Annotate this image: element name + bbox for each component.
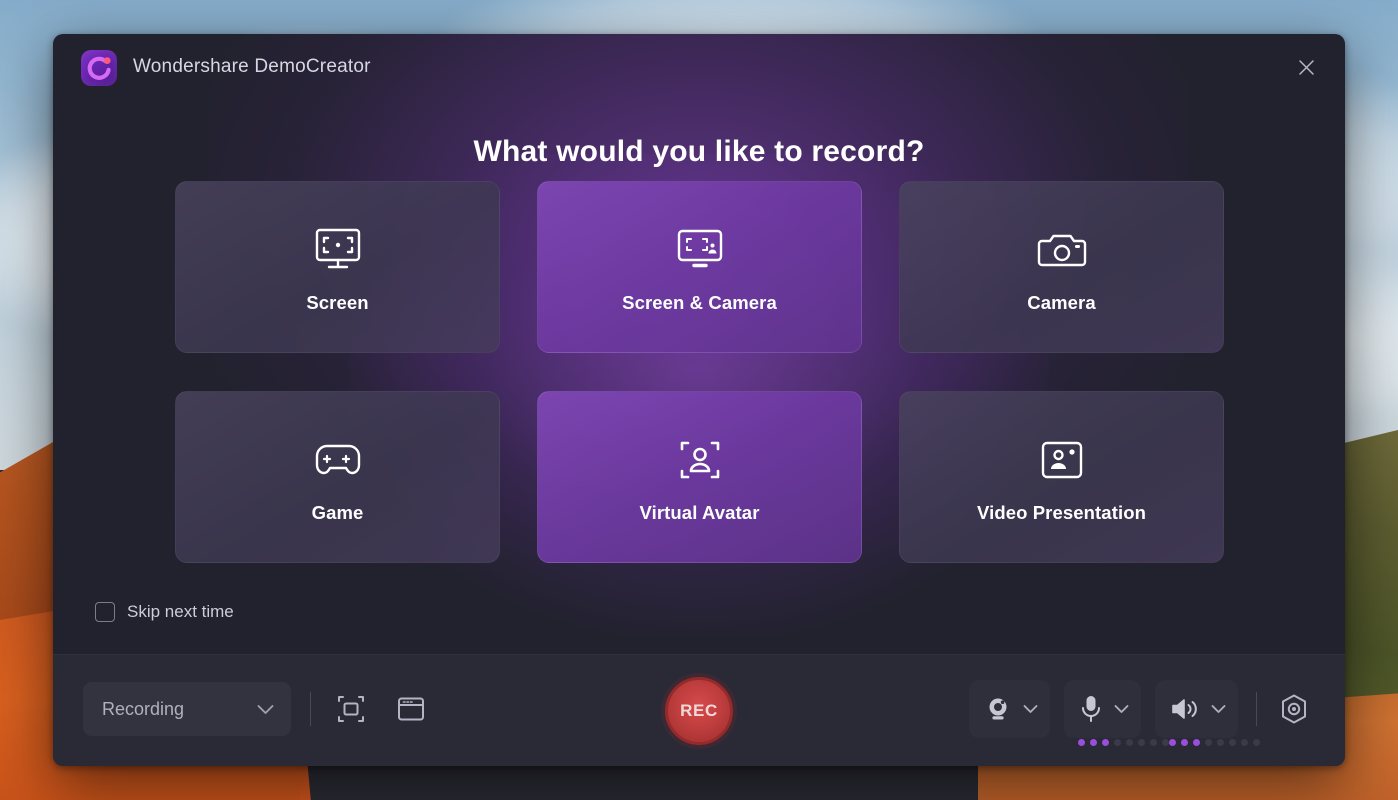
- close-icon[interactable]: [1289, 52, 1323, 82]
- webcam-icon: [983, 694, 1013, 724]
- skip-next-time-label: Skip next time: [127, 602, 234, 621]
- microphone-level-meter: [1078, 739, 1169, 746]
- settings-hex-icon[interactable]: [1273, 688, 1315, 730]
- card-virtual-avatar[interactable]: Virtual Avatar: [537, 391, 862, 563]
- microphone-device-button[interactable]: [1064, 680, 1169, 746]
- toolbar-right-group: [969, 680, 1315, 746]
- record-button[interactable]: REC: [665, 676, 733, 745]
- chevron-down-icon[interactable]: [1110, 704, 1129, 714]
- avatar-frame-icon: [674, 430, 726, 490]
- bottom-toolbar: Recording REC: [53, 654, 1345, 766]
- card-label: Screen: [306, 292, 369, 313]
- recording-mode-value: Recording: [102, 698, 185, 719]
- chevron-down-icon[interactable]: [1207, 704, 1226, 714]
- presenter-card-icon: [1036, 430, 1088, 490]
- card-label: Camera: [1027, 292, 1096, 313]
- democreator-logo-icon: [81, 50, 117, 86]
- speaker-icon: [1169, 695, 1201, 723]
- webcam-device-button[interactable]: [969, 680, 1050, 738]
- card-screen-and-camera[interactable]: Screen & Camera: [537, 181, 862, 353]
- card-label: Virtual Avatar: [639, 502, 760, 523]
- democreator-launcher-dialog: Wondershare DemoCreator What would you l…: [53, 34, 1345, 766]
- speaker-device-button[interactable]: [1155, 680, 1260, 746]
- window-capture-icon[interactable]: [390, 688, 432, 730]
- card-label: Game: [311, 502, 364, 523]
- speaker-level-meter: [1169, 739, 1260, 746]
- camera-icon: [1036, 220, 1088, 280]
- monitor-camera-icon: [674, 220, 726, 280]
- gamepad-icon: [311, 430, 365, 490]
- app-title: Wondershare DemoCreator: [133, 56, 371, 77]
- skip-next-time-row[interactable]: Skip next time: [95, 602, 234, 622]
- record-button-label: REC: [680, 700, 718, 720]
- chevron-down-icon: [257, 704, 274, 715]
- recording-mode-select[interactable]: Recording: [83, 682, 291, 736]
- titlebar: Wondershare DemoCreator: [53, 34, 1345, 100]
- checkbox-unchecked-icon[interactable]: [95, 602, 115, 622]
- record-mode-grid: Screen Screen & Camera Camera Game Virtu…: [175, 181, 1225, 563]
- toolbar-divider: [310, 692, 311, 726]
- card-camera[interactable]: Camera: [899, 181, 1224, 353]
- fullscreen-capture-icon[interactable]: [330, 688, 372, 730]
- chevron-down-icon[interactable]: [1019, 704, 1038, 714]
- card-game[interactable]: Game: [175, 391, 500, 563]
- monitor-capture-icon: [312, 220, 364, 280]
- toolbar-left-group: Recording: [83, 682, 432, 736]
- card-label: Screen & Camera: [622, 292, 777, 313]
- microphone-icon: [1078, 694, 1104, 724]
- page-title: What would you like to record?: [473, 135, 925, 168]
- card-screen[interactable]: Screen: [175, 181, 500, 353]
- card-video-presentation[interactable]: Video Presentation: [899, 391, 1224, 563]
- card-label: Video Presentation: [976, 502, 1147, 523]
- toolbar-divider: [1256, 692, 1257, 726]
